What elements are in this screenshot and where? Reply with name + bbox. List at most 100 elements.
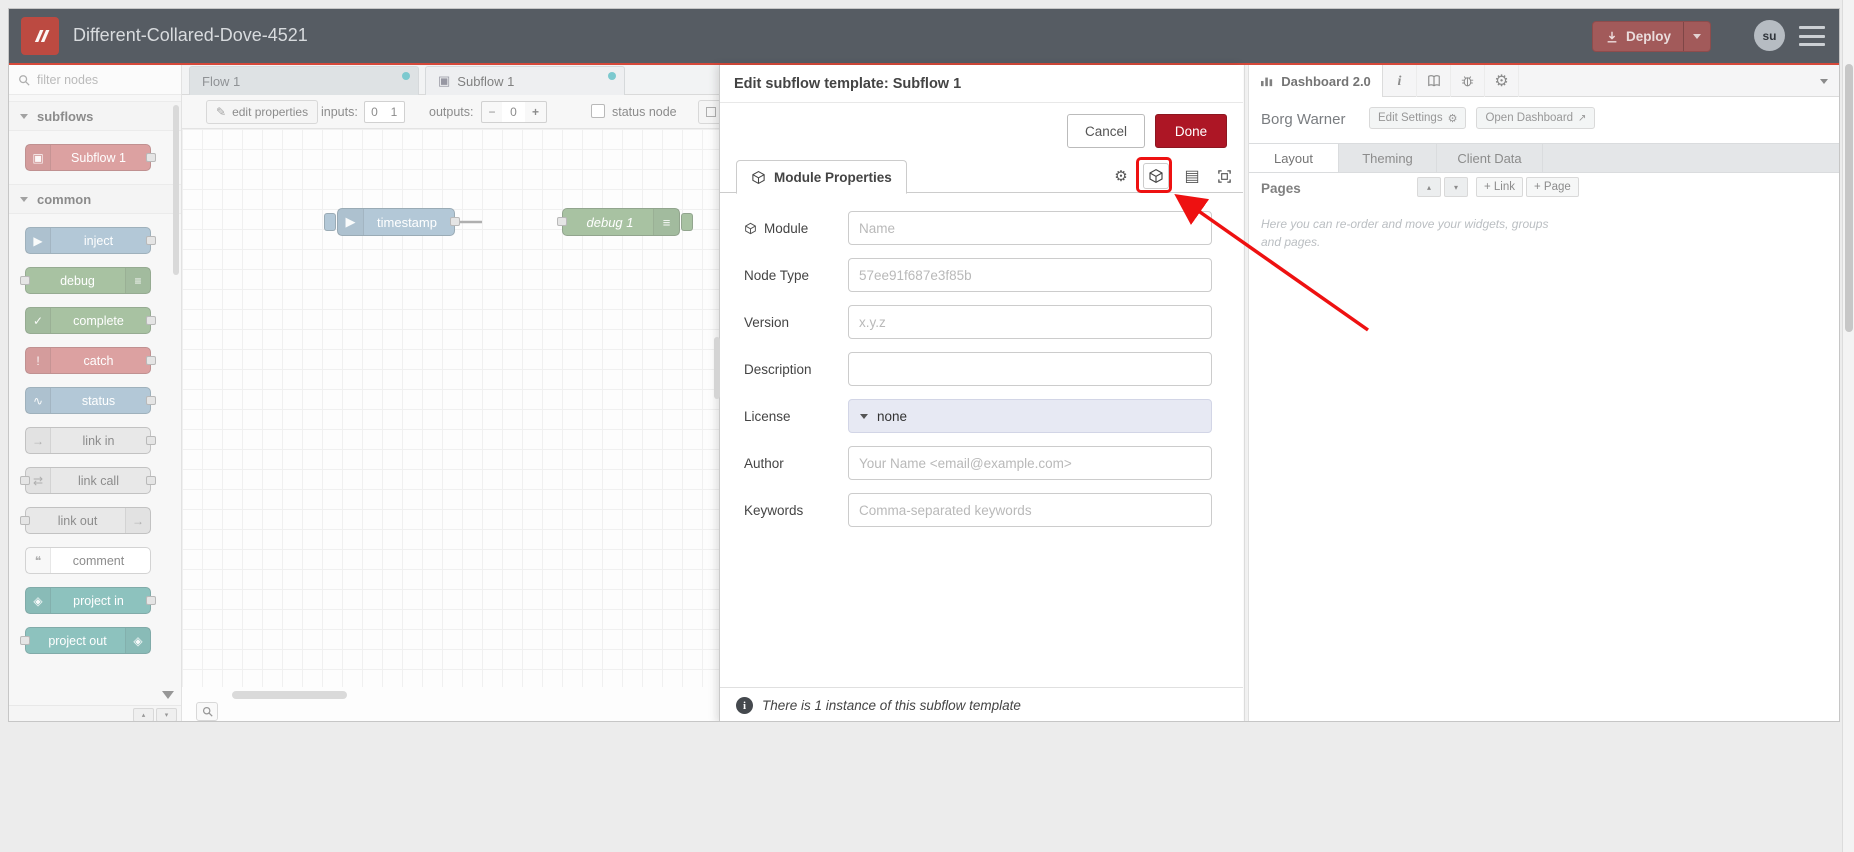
page-scrollbar[interactable] bbox=[1842, 0, 1854, 852]
node-port bbox=[20, 476, 30, 485]
edit-settings-button[interactable]: Edit Settings bbox=[1369, 107, 1467, 129]
palette-category-subflows[interactable]: subflows bbox=[9, 101, 181, 131]
node-label: debug 1 bbox=[586, 214, 634, 230]
tab-theming[interactable]: Theming bbox=[1339, 144, 1437, 172]
inputs-zero-button[interactable]: 0 bbox=[364, 101, 385, 123]
chevron-down-icon bbox=[1820, 78, 1828, 84]
flow-canvas[interactable]: ▶ timestamp ≡ debug 1 bbox=[182, 129, 719, 687]
dialog-title: Edit subflow template: Subflow 1 bbox=[720, 65, 1243, 103]
chevron-down-icon bbox=[1693, 34, 1701, 39]
tab-subflow-1[interactable]: ▣ Subflow 1 bbox=[425, 66, 625, 95]
palette-node-debug[interactable]: ≡ debug bbox=[20, 267, 151, 294]
canvas-node-debug-1[interactable]: ≡ debug 1 bbox=[557, 208, 693, 236]
palette-search[interactable]: filter nodes bbox=[9, 65, 181, 95]
tab-help[interactable] bbox=[1417, 65, 1451, 97]
gear-icon bbox=[1494, 71, 1508, 91]
dashboard-subtabs: Layout Theming Client Data bbox=[1249, 143, 1839, 173]
sidebar-tab-menu-button[interactable] bbox=[1811, 65, 1837, 97]
deploy-button[interactable]: Deploy bbox=[1591, 21, 1711, 52]
description-tab-button[interactable] bbox=[1179, 163, 1205, 189]
palette-node-status[interactable]: ∿ status bbox=[25, 387, 156, 414]
module-properties-tab-button[interactable] bbox=[1143, 163, 1169, 189]
tab-flow-1[interactable]: Flow 1 bbox=[189, 66, 419, 95]
canvas-horizontal-scrollbar[interactable] bbox=[232, 691, 347, 699]
open-dashboard-label: Open Dashboard bbox=[1485, 112, 1574, 124]
tab-info[interactable] bbox=[1383, 65, 1417, 97]
palette-node-inject[interactable]: ▶ inject bbox=[25, 227, 156, 254]
square-icon bbox=[706, 107, 716, 117]
keywords-input[interactable] bbox=[848, 493, 1212, 527]
category-label: common bbox=[37, 191, 92, 207]
done-button[interactable]: Done bbox=[1155, 114, 1227, 148]
outputs-plus-button[interactable]: + bbox=[525, 101, 547, 123]
tab-layout[interactable]: Layout bbox=[1249, 144, 1339, 172]
input-port[interactable] bbox=[557, 217, 567, 226]
tab-dashboard-2[interactable]: Dashboard 2.0 bbox=[1249, 65, 1383, 97]
bug-icon bbox=[1461, 76, 1474, 87]
palette-expand-all-button[interactable] bbox=[156, 707, 177, 721]
cancel-button[interactable]: Cancel bbox=[1067, 114, 1145, 148]
field-label-module: Module bbox=[744, 221, 848, 236]
palette-node-link-out[interactable]: → link out bbox=[20, 507, 151, 534]
wire-layer bbox=[460, 220, 482, 224]
palette-node-comment[interactable]: ❝ comment bbox=[25, 547, 151, 574]
palette-node-link-in[interactable]: → link in bbox=[25, 427, 156, 454]
dialog-resize-grip[interactable] bbox=[714, 337, 720, 399]
palette-node-link-call[interactable]: ⇄ link call bbox=[20, 467, 156, 494]
palette-collapse-all-button[interactable] bbox=[133, 707, 154, 721]
palette-node-catch[interactable]: ! catch bbox=[25, 347, 156, 374]
dialog-footer: There is 1 instance of this subflow temp… bbox=[720, 687, 1243, 721]
add-page-button[interactable]: + Page bbox=[1526, 177, 1579, 197]
move-down-button[interactable] bbox=[1444, 177, 1468, 197]
node-port bbox=[146, 356, 156, 365]
user-avatar[interactable]: su bbox=[1754, 20, 1785, 51]
tab-config-nodes[interactable] bbox=[1485, 65, 1519, 97]
node-port bbox=[20, 516, 30, 525]
add-link-button[interactable]: + Link bbox=[1476, 177, 1524, 197]
debug-toggle-button[interactable] bbox=[681, 213, 693, 231]
palette-node-project-in[interactable]: ◈ project in bbox=[25, 587, 156, 614]
page-scrollbar-thumb[interactable] bbox=[1845, 64, 1853, 332]
comment-icon: ❝ bbox=[26, 548, 51, 573]
palette-scrollbar[interactable] bbox=[173, 105, 179, 275]
module-input[interactable] bbox=[848, 211, 1212, 245]
outputs-count: 0 bbox=[502, 101, 526, 123]
node-red-logo[interactable] bbox=[21, 17, 59, 55]
tab-client-data[interactable]: Client Data bbox=[1437, 144, 1543, 172]
canvas-node-timestamp[interactable]: ▶ timestamp bbox=[324, 208, 460, 236]
inject-trigger-button[interactable] bbox=[324, 213, 336, 231]
edit-properties-tab-button[interactable] bbox=[1108, 163, 1134, 189]
appearance-tab-button[interactable] bbox=[1211, 163, 1237, 189]
palette-scroll-down-arrow[interactable] bbox=[162, 691, 174, 699]
outputs-minus-button[interactable]: − bbox=[481, 101, 503, 123]
field-label-author: Author bbox=[744, 455, 784, 471]
palette-node-project-out[interactable]: ◈ project out bbox=[20, 627, 151, 654]
author-input[interactable] bbox=[848, 446, 1212, 480]
palette-category-common[interactable]: common bbox=[9, 184, 181, 214]
main-menu-button[interactable] bbox=[1799, 26, 1825, 46]
sidebar-tab-bar: Dashboard 2.0 bbox=[1249, 65, 1839, 97]
palette-node-subflow-1[interactable]: ▣ Subflow 1 bbox=[25, 144, 156, 171]
version-input[interactable] bbox=[848, 305, 1212, 339]
search-icon bbox=[19, 74, 30, 86]
node-label: project out bbox=[48, 633, 107, 648]
node-port bbox=[146, 596, 156, 605]
palette-footer bbox=[9, 705, 181, 721]
edit-properties-button[interactable]: edit properties bbox=[206, 100, 319, 124]
output-port[interactable] bbox=[450, 217, 460, 226]
tab-module-properties[interactable]: Module Properties bbox=[736, 160, 907, 194]
status-node-checkbox[interactable] bbox=[591, 104, 605, 118]
open-dashboard-button[interactable]: Open Dashboard bbox=[1476, 107, 1596, 129]
deploy-options-button[interactable] bbox=[1683, 22, 1710, 51]
zoom-search-button[interactable] bbox=[196, 702, 218, 721]
pages-controls: + Link + Page bbox=[1417, 177, 1579, 197]
info-icon bbox=[736, 697, 753, 714]
inputs-one-button[interactable]: 1 bbox=[384, 101, 405, 123]
node-type-input[interactable] bbox=[848, 258, 1212, 292]
move-up-button[interactable] bbox=[1417, 177, 1441, 197]
node-label: link call bbox=[78, 473, 119, 488]
tab-debug-messages[interactable] bbox=[1451, 65, 1485, 97]
palette-node-complete[interactable]: ✓ complete bbox=[25, 307, 156, 334]
license-select[interactable]: none bbox=[848, 399, 1212, 433]
description-input[interactable] bbox=[848, 352, 1212, 386]
